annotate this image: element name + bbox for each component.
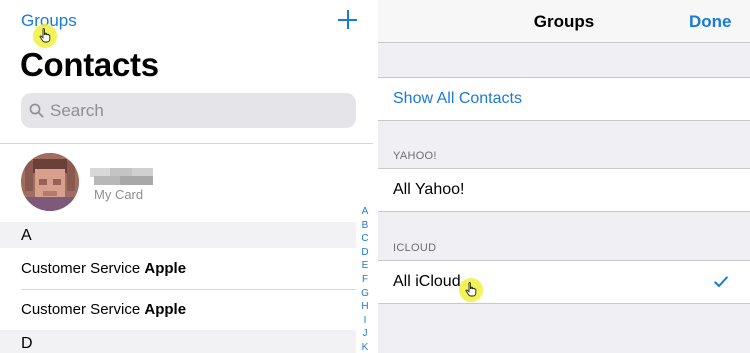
hand-pointer-icon [39,28,51,43]
group-item-all-yahoo[interactable]: All Yahoo! [378,168,750,212]
index-letter[interactable]: F [359,273,371,287]
section-header-a: A [0,222,356,248]
index-letter[interactable]: E [359,259,371,273]
contact-last-name: Apple [144,260,187,277]
index-letter[interactable]: C [359,232,371,246]
done-button[interactable]: Done [689,12,732,32]
show-all-contacts-label: Show All Contacts [393,90,522,107]
show-all-contacts-button[interactable]: Show All Contacts [378,77,750,121]
tap-cursor-indicator [33,24,57,48]
contact-first-name: Customer Service [21,301,141,318]
section-header-d: D [0,330,356,353]
my-card-label: My Card [94,187,144,202]
section-header-icloud: ICLOUD [393,242,437,254]
header-divider [0,143,373,144]
index-letter[interactable]: D [359,246,371,260]
group-item-all-icloud[interactable]: All iCloud [378,260,750,304]
plus-icon[interactable] [336,8,360,32]
index-letter[interactable]: B [359,219,371,233]
checkmark-icon [714,276,728,287]
my-card-name-redacted [90,168,153,185]
search-icon [29,103,44,118]
groups-screen: Groups Done Show All Contacts YAHOO! All… [378,0,750,353]
search-input[interactable]: Search [21,93,356,128]
list-item[interactable]: Customer Service Apple [0,248,356,289]
navigation-bar: Groups Done [378,0,750,43]
index-letter[interactable]: A [359,205,371,219]
index-letter[interactable]: H [359,300,371,314]
contact-first-name: Customer Service [21,260,141,277]
group-item-label: All iCloud [393,273,461,290]
index-letter[interactable]: K [359,341,371,353]
index-letter[interactable]: I [359,314,371,328]
index-letter[interactable]: J [359,327,371,341]
section-header-yahoo: YAHOO! [393,150,437,162]
tap-cursor-indicator [459,278,483,302]
search-placeholder: Search [50,101,104,120]
list-item[interactable]: Customer Service Apple [0,289,356,330]
contact-last-name: Apple [144,301,187,318]
avatar[interactable] [21,153,79,211]
page-title: Contacts [20,46,159,83]
section-index[interactable]: A B C D E F G H I J K [359,205,371,353]
contact-name: Customer Service Apple [21,301,186,318]
contact-name: Customer Service Apple [21,260,186,277]
section-letter: A [21,227,32,244]
section-letter: D [21,335,33,352]
contacts-screen: Groups Contacts Search My Card A Custome… [0,0,373,353]
hand-pointer-icon [465,282,477,297]
index-letter[interactable]: G [359,287,371,301]
group-item-label: All Yahoo! [393,181,465,198]
